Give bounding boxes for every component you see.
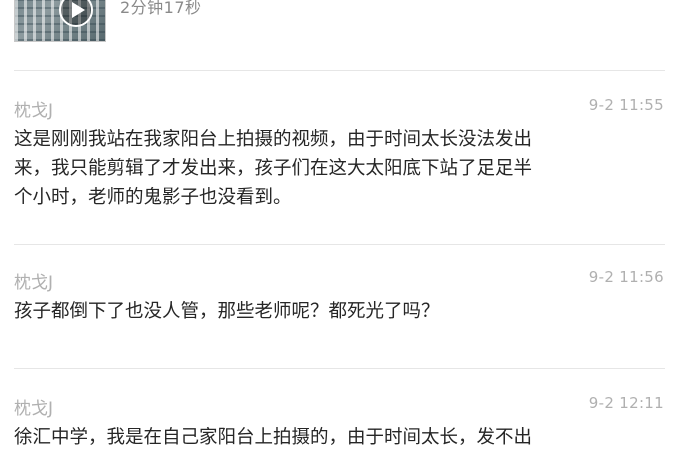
comment-text: 孩子都倒下了也没人管，那些老师呢？都死光了吗？ [14, 301, 440, 322]
comment-author[interactable]: 枕戈J [14, 268, 53, 293]
comment-time: 9-2 12:11 [588, 394, 664, 412]
comment-feed: 2分钟17秒 枕戈J 9-2 11:55 这是刚刚我站在我家阳台上拍摄的视频，由… [0, 0, 680, 453]
comment-time: 9-2 11:56 [588, 268, 664, 286]
divider [14, 70, 665, 71]
video-thumbnail[interactable] [14, 0, 106, 42]
comment-text: 徐汇中学，我是在自己家阳台上拍摄的，由于时间太长，发不出 [14, 427, 533, 448]
comment-text: 这是刚刚我站在我家阳台上拍摄的视频，由于时间太长没法发出 来，我只能剪辑了才发出… [14, 129, 533, 208]
video-duration: 2分钟17秒 [120, 0, 202, 17]
video-card[interactable]: 2分钟17秒 [0, 0, 680, 60]
comment-time: 9-2 11:55 [588, 96, 664, 114]
divider [14, 368, 665, 369]
divider [14, 244, 665, 245]
comment-author[interactable]: 枕戈J [14, 96, 53, 121]
play-icon[interactable] [59, 0, 93, 27]
comment-author[interactable]: 枕戈J [14, 394, 53, 419]
